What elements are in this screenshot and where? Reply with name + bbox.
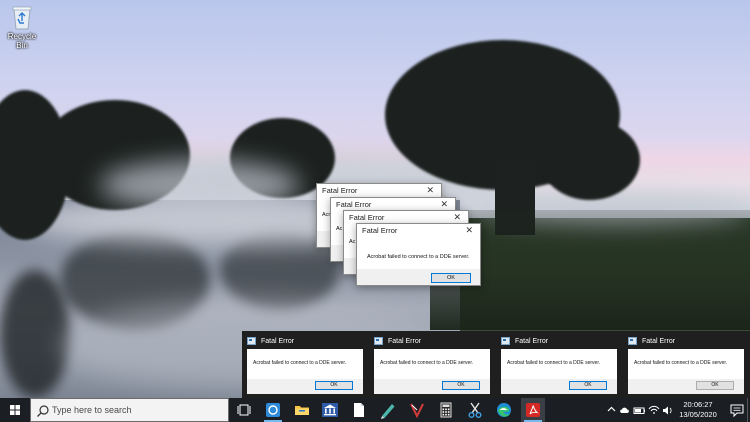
recycle-bin-label: Recycle Bin — [7, 32, 37, 50]
search-icon — [37, 405, 49, 417]
notepad-icon — [354, 403, 364, 417]
preview-message: Acrobat failed to connect to a DDE serve… — [253, 360, 347, 366]
dialog-message-partial: Ac — [336, 226, 343, 232]
taskbar-bank-app[interactable] — [318, 398, 342, 422]
preview-window[interactable]: Fatal Error Acrobat failed to connect to… — [369, 331, 494, 398]
wallpaper-app-icon — [266, 403, 280, 417]
preview-window[interactable]: Fatal Error Acrobat failed to connect to… — [496, 331, 621, 398]
preview-title: Fatal Error — [515, 337, 549, 345]
dialog-message: Acrobat failed to connect to a DDE serve… — [367, 254, 470, 260]
task-view-icon — [237, 404, 251, 416]
taskbar-pen-app[interactable] — [376, 398, 400, 422]
dialog-titlebar[interactable]: Fatal Error ✕ — [357, 224, 480, 238]
system-tray — [604, 398, 676, 422]
taskbar-snipping-tool[interactable] — [463, 398, 487, 422]
preview-message: Acrobat failed to connect to a DDE serve… — [380, 360, 474, 366]
search-placeholder: Type here to search — [52, 405, 132, 415]
dialog-message-partial: Ac — [349, 239, 356, 245]
close-icon[interactable]: ✕ — [426, 185, 434, 196]
chevron-up-icon — [607, 406, 616, 412]
pen-app-icon — [381, 404, 395, 419]
recycle-bin-icon — [11, 4, 33, 30]
preview-title: Fatal Error — [642, 337, 676, 345]
start-button[interactable] — [0, 398, 30, 422]
onedrive-icon — [620, 407, 629, 413]
taskbar-clock[interactable]: 20:06:27 13/05/2020 — [676, 400, 720, 420]
ok-button: OK — [315, 381, 353, 390]
dialog-app-icon — [374, 337, 383, 345]
dialog-title: Fatal Error — [322, 186, 358, 195]
ok-button: OK — [442, 381, 480, 390]
taskbar-preview-strip: Fatal Error Acrobat failed to connect to… — [242, 331, 750, 398]
taskbar-dev-tool[interactable] — [405, 398, 429, 422]
file-explorer-icon — [295, 406, 309, 415]
taskbar-file-explorer[interactable] — [290, 398, 314, 422]
windows-logo-icon — [10, 405, 20, 415]
wifi-icon — [648, 405, 660, 412]
dialog-title: Fatal Error — [336, 200, 372, 209]
preview-thumbnail: Acrobat failed to connect to a DDE serve… — [247, 349, 363, 394]
taskbar-app-dialogs[interactable] — [261, 398, 285, 422]
calculator-icon — [440, 402, 452, 418]
dialog-title: Fatal Error — [362, 226, 398, 235]
ok-button: OK — [696, 381, 734, 390]
taskbar-document-app[interactable] — [347, 398, 371, 422]
ok-button[interactable]: OK — [431, 273, 471, 283]
snipping-tool-icon — [468, 402, 482, 418]
preview-window[interactable]: Fatal Error Acrobat failed to connect to… — [623, 331, 748, 398]
fatal-error-dialog-front[interactable]: Fatal Error ✕ Acrobat failed to connect … — [356, 223, 481, 286]
edge-icon — [497, 403, 511, 417]
clock-time: 20:06:27 — [683, 400, 713, 409]
preview-thumbnail: Acrobat failed to connect to a DDE serve… — [374, 349, 490, 394]
close-icon[interactable]: ✕ — [453, 212, 461, 223]
close-icon[interactable]: ✕ — [465, 225, 473, 236]
volume-icon — [663, 406, 668, 415]
dialog-titlebar[interactable]: Fatal Error ✕ — [317, 184, 441, 198]
taskbar-acrobat[interactable] — [521, 398, 545, 422]
preview-message: Acrobat failed to connect to a DDE serve… — [507, 360, 601, 366]
taskbar-edge[interactable] — [492, 398, 516, 422]
taskbar-calculator[interactable] — [434, 398, 458, 422]
recycle-bin-shortcut[interactable]: Recycle Bin — [4, 4, 40, 50]
preview-thumbnail: Acrobat failed to connect to a DDE serve… — [628, 349, 744, 394]
ok-button: OK — [569, 381, 607, 390]
preview-title: Fatal Error — [261, 337, 295, 345]
task-view-button[interactable] — [232, 398, 256, 422]
preview-message: Acrobat failed to connect to a DDE serve… — [634, 360, 728, 366]
dialog-app-icon — [501, 337, 510, 345]
notification-icon — [730, 404, 744, 418]
close-icon[interactable]: ✕ — [440, 199, 448, 210]
taskbar: Type here to search 20:06:27 13/05/2020 — [0, 398, 750, 422]
dialog-app-icon — [247, 337, 256, 345]
taskbar-search-box[interactable]: Type here to search — [30, 398, 229, 422]
bank-icon — [322, 403, 338, 417]
preview-thumbnail: Acrobat failed to connect to a DDE serve… — [501, 349, 617, 394]
action-center-button[interactable] — [727, 398, 747, 422]
clock-date: 13/05/2020 — [679, 410, 717, 419]
preview-title: Fatal Error — [388, 337, 422, 345]
devtool-icon — [410, 403, 424, 419]
dialog-app-icon — [628, 337, 637, 345]
preview-window[interactable]: Fatal Error Acrobat failed to connect to… — [242, 331, 367, 398]
acrobat-icon — [526, 403, 540, 417]
dialog-title: Fatal Error — [349, 213, 385, 222]
